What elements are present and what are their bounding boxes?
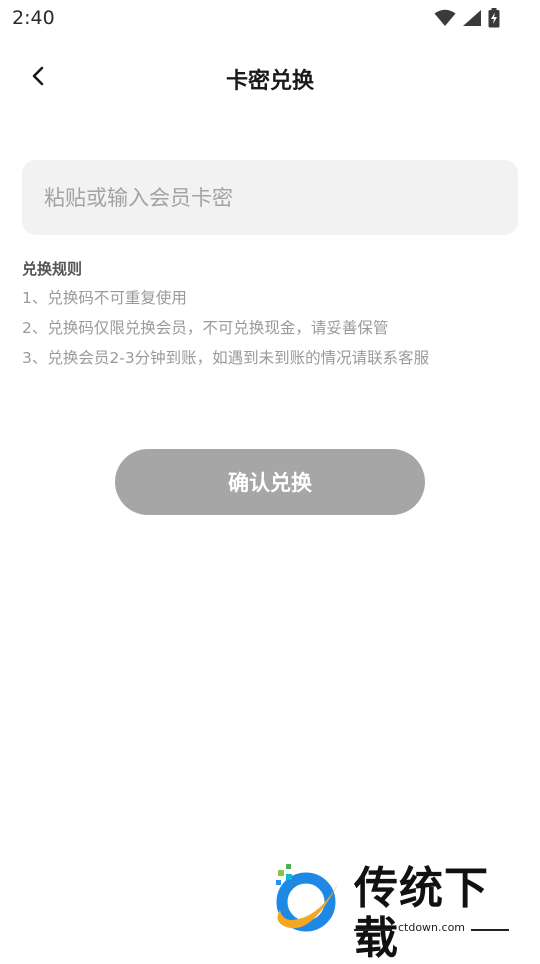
- confirm-exchange-button[interactable]: 确认兑换: [115, 449, 425, 515]
- card-code-input[interactable]: [22, 160, 518, 235]
- watermark: 传统下载 ctdown.com: [266, 858, 526, 964]
- rules-title: 兑换规则: [22, 260, 83, 278]
- watermark-url: ctdown.com: [397, 921, 466, 934]
- page-title: 卡密兑换: [225, 69, 314, 94]
- header: 卡密兑换: [0, 52, 540, 102]
- exchange-rules: 兑换规则 1、兑换码不可重复使用 2、兑换码仅限兑换会员，不可兑换现金，请妥善保…: [22, 258, 522, 377]
- rule-item: 1、兑换码不可重复使用: [22, 289, 187, 307]
- status-bar: 2:40: [0, 0, 540, 36]
- watermark-name: 传统下载: [354, 863, 489, 964]
- rule-item: 3、兑换会员2-3分钟到账，如遇到未到账的情况请联系客服: [22, 349, 430, 367]
- rule-item: 2、兑换码仅限兑换会员，不可兑换现金，请妥善保管: [22, 319, 389, 337]
- status-icons: [434, 8, 500, 28]
- wifi-icon: [434, 9, 456, 27]
- watermark-divider: [471, 929, 509, 931]
- status-time: 2:40: [12, 7, 55, 29]
- cellular-signal-icon: [462, 9, 482, 27]
- watermark-divider: [354, 929, 392, 931]
- ctdown-logo-icon: [266, 862, 346, 938]
- battery-charging-icon: [488, 8, 500, 28]
